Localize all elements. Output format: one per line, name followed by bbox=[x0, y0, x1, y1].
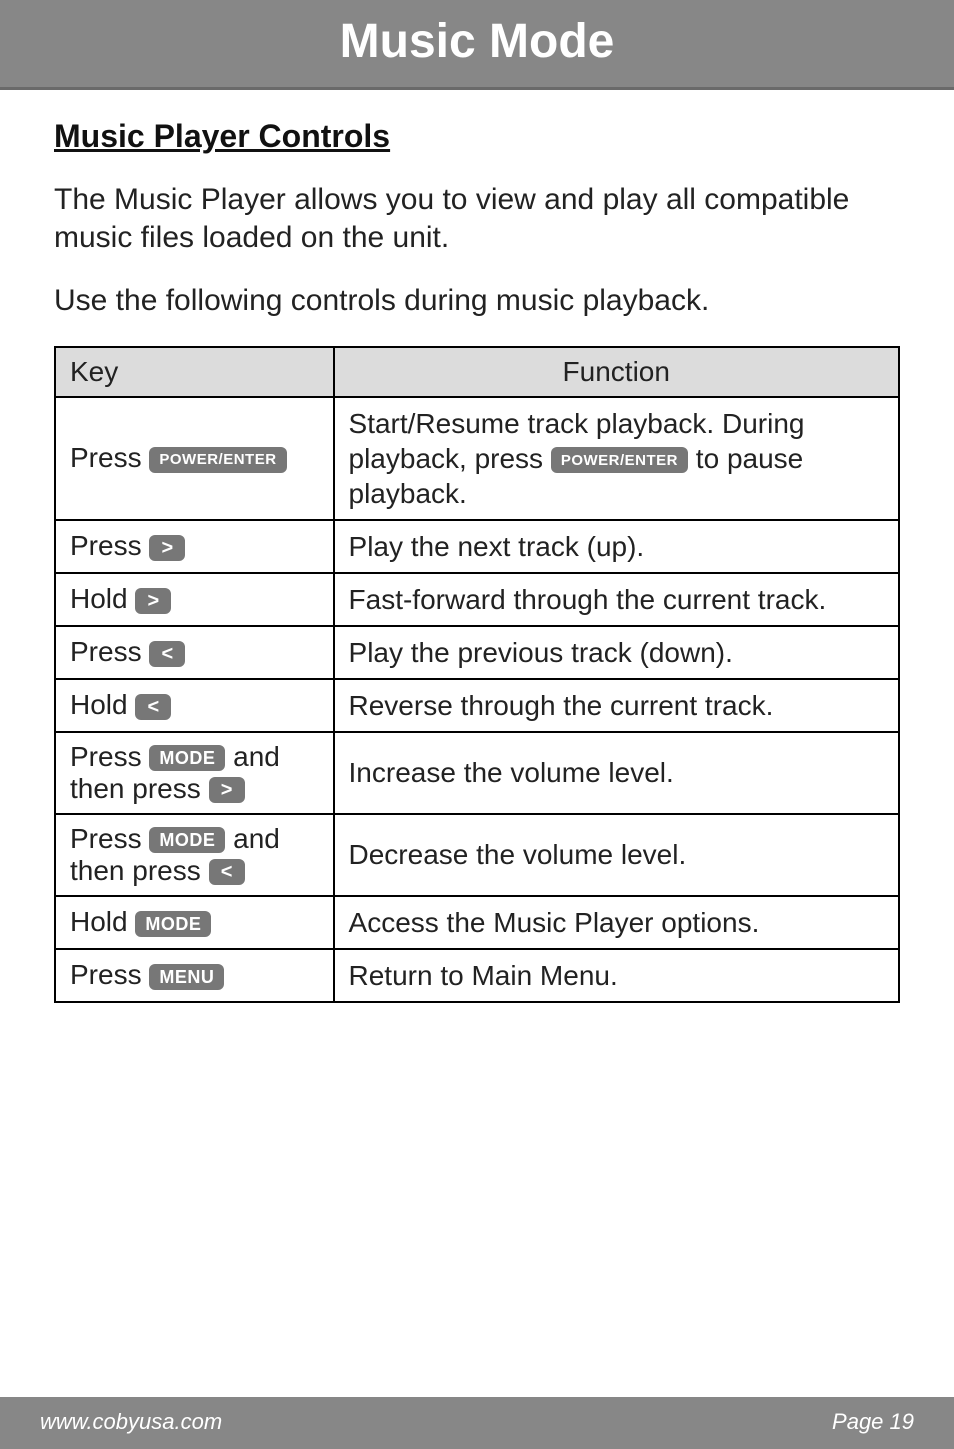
content-area: Music Player Controls The Music Player a… bbox=[0, 90, 954, 1397]
usage-paragraph: Use the following controls during music … bbox=[54, 282, 900, 320]
key-cell: Hold > bbox=[55, 573, 334, 626]
table-row: Hold > Fast-forward through the current … bbox=[55, 573, 899, 626]
key-cell: Hold < bbox=[55, 679, 334, 732]
table-row: Press > Play the next track (up). bbox=[55, 520, 899, 573]
table-row: Hold MODE Access the Music Player option… bbox=[55, 896, 899, 949]
table-header-row: Key Function bbox=[55, 347, 899, 397]
page-title: Music Mode bbox=[340, 15, 615, 68]
next-button-icon: > bbox=[149, 535, 185, 561]
prev-button-icon: < bbox=[149, 641, 185, 667]
footer-page-number: Page 19 bbox=[832, 1409, 914, 1435]
key-text: Press bbox=[70, 530, 149, 561]
key-text: Press bbox=[70, 741, 149, 772]
function-cell: Decrease the volume level. bbox=[334, 814, 899, 896]
function-cell: Fast-forward through the current track. bbox=[334, 573, 899, 626]
key-text: Hold bbox=[70, 906, 135, 937]
intro-paragraph: The Music Player allows you to view and … bbox=[54, 181, 900, 256]
page: Music Mode Music Player Controls The Mus… bbox=[0, 0, 954, 1449]
table-header-key: Key bbox=[55, 347, 334, 397]
table-row: Press POWER/ENTER Start/Resume track pla… bbox=[55, 397, 899, 520]
key-text: Press bbox=[70, 636, 149, 667]
key-text: Press bbox=[70, 442, 149, 473]
key-text: Press bbox=[70, 823, 149, 854]
function-cell: Start/Resume track playback. During play… bbox=[334, 397, 899, 520]
next-button-icon: > bbox=[209, 777, 245, 803]
prev-button-icon: < bbox=[135, 694, 171, 720]
power-enter-button-icon: POWER/ENTER bbox=[551, 447, 688, 473]
key-text: Press bbox=[70, 959, 149, 990]
mode-button-icon: MODE bbox=[135, 911, 211, 937]
key-cell: Press MENU bbox=[55, 949, 334, 1002]
table-header-function: Function bbox=[334, 347, 899, 397]
function-cell: Return to Main Menu. bbox=[334, 949, 899, 1002]
function-cell: Play the previous track (down). bbox=[334, 626, 899, 679]
table-body: Press POWER/ENTER Start/Resume track pla… bbox=[55, 397, 899, 1002]
table-row: Press MODE and then press > Increase the… bbox=[55, 732, 899, 814]
footer-bar: www.cobyusa.com Page 19 bbox=[0, 1397, 954, 1449]
function-cell: Reverse through the current track. bbox=[334, 679, 899, 732]
function-cell: Play the next track (up). bbox=[334, 520, 899, 573]
menu-button-icon: MENU bbox=[149, 964, 224, 990]
table-row: Press MODE and then press < Decrease the… bbox=[55, 814, 899, 896]
key-cell: Press POWER/ENTER bbox=[55, 397, 334, 520]
key-cell: Hold MODE bbox=[55, 896, 334, 949]
key-text: Hold bbox=[70, 689, 135, 720]
next-button-icon: > bbox=[135, 588, 171, 614]
key-text: Hold bbox=[70, 583, 135, 614]
key-cell: Press > bbox=[55, 520, 334, 573]
table-row: Press < Play the previous track (down). bbox=[55, 626, 899, 679]
footer-url: www.cobyusa.com bbox=[40, 1409, 222, 1435]
key-cell: Press MODE and then press > bbox=[55, 732, 334, 814]
key-cell: Press MODE and then press < bbox=[55, 814, 334, 896]
prev-button-icon: < bbox=[209, 859, 245, 885]
key-cell: Press < bbox=[55, 626, 334, 679]
mode-button-icon: MODE bbox=[149, 827, 225, 853]
table-row: Hold < Reverse through the current track… bbox=[55, 679, 899, 732]
mode-button-icon: MODE bbox=[149, 745, 225, 771]
controls-table: Key Function Press POWER/ENTER Start/Res… bbox=[54, 346, 900, 1003]
table-row: Press MENU Return to Main Menu. bbox=[55, 949, 899, 1002]
section-heading: Music Player Controls bbox=[54, 118, 900, 155]
title-bar: Music Mode bbox=[0, 0, 954, 90]
function-cell: Access the Music Player options. bbox=[334, 896, 899, 949]
function-cell: Increase the volume level. bbox=[334, 732, 899, 814]
power-enter-button-icon: POWER/ENTER bbox=[149, 447, 286, 473]
